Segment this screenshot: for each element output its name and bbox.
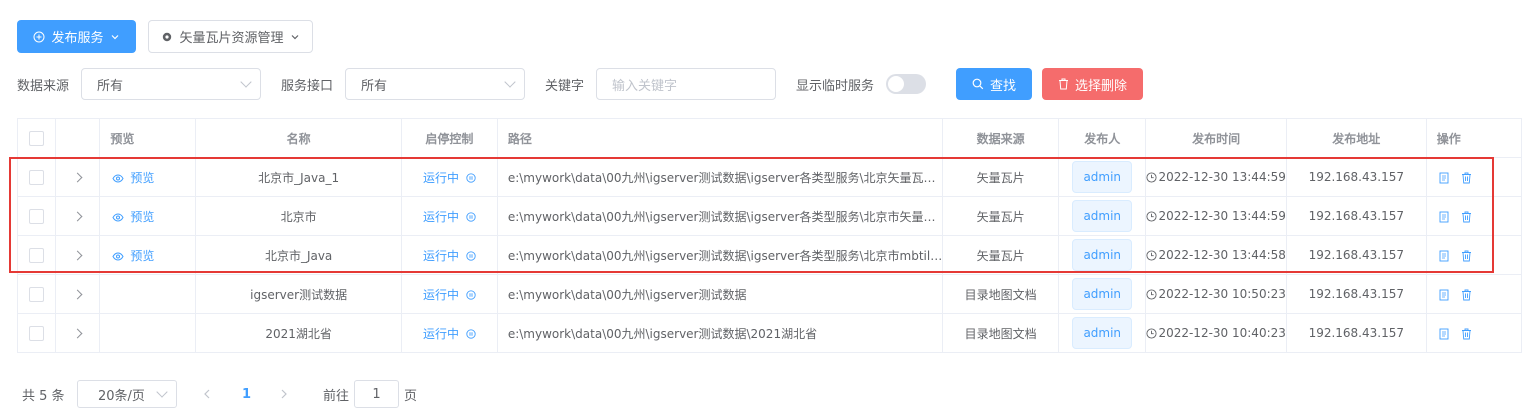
status-cell[interactable]: 运行中: [400, 313, 498, 353]
source-filter-label: 数据来源: [17, 79, 70, 94]
source-cell: 目录地图文档: [942, 274, 1060, 314]
publisher-tag: admin: [1072, 317, 1133, 349]
tile-resource-manage-button[interactable]: 矢量瓦片资源管理: [148, 20, 313, 53]
row-select-cell[interactable]: [17, 274, 56, 314]
pause-circle-icon[interactable]: [466, 290, 476, 300]
pager-total: 共 5 条: [22, 388, 65, 404]
search-button[interactable]: 查找: [956, 68, 1032, 100]
page-unit-label: 页: [404, 388, 418, 404]
path-header: 路径: [496, 118, 944, 158]
address-header: 发布地址: [1285, 118, 1427, 158]
publisher-cell: admin: [1058, 313, 1147, 353]
preview-header: 预览: [99, 118, 197, 158]
plus-circle-icon: [33, 31, 45, 42]
trash-icon[interactable]: [1461, 328, 1472, 340]
ops-header: 操作: [1425, 118, 1522, 158]
goto-page-value: 1: [372, 386, 381, 402]
address-cell: 192.168.43.157: [1285, 274, 1427, 314]
preview-cell: [99, 313, 197, 353]
chevron-right-icon[interactable]: [72, 328, 83, 339]
document-icon[interactable]: [1439, 289, 1449, 301]
clock-icon: [1146, 328, 1157, 339]
table-header-row: 预览 名称 启停控制 路径 数据来源 发布人 发布时间 发布地址 操作: [17, 118, 1522, 158]
publisher-header: 发布人: [1058, 118, 1147, 158]
ops-cell: [1425, 313, 1522, 353]
keyword-input[interactable]: 输入关键字: [596, 68, 776, 100]
table-row: 2021湖北省 运行中 e:\mywork\data\00九州\igserver测…: [17, 313, 1522, 353]
show-temp-service-label: 显示临时服务: [796, 79, 875, 94]
status-running-label[interactable]: 运行中: [423, 288, 459, 302]
search-button-label: 查找: [989, 78, 1016, 94]
select-all-cell[interactable]: [17, 118, 56, 158]
row-expand-cell[interactable]: [54, 313, 101, 353]
page-size-select[interactable]: 20条/页: [77, 380, 177, 408]
row-select-cell[interactable]: [17, 313, 56, 353]
row-checkbox[interactable]: [28, 286, 44, 302]
trash-icon[interactable]: [1461, 289, 1472, 301]
status-cell[interactable]: 运行中: [400, 274, 498, 314]
keyword-placeholder: 输入关键字: [612, 78, 678, 94]
source-header: 数据来源: [942, 118, 1060, 158]
name-cell: igserver测试数据: [195, 274, 402, 314]
goto-label: 前往: [323, 388, 350, 404]
publish-service-label: 发布服务: [51, 31, 104, 46]
table-row: igserver测试数据 运行中 e:\mywork\data\00九州\igse…: [17, 274, 1522, 314]
gear-icon: [163, 32, 172, 41]
address-cell: 192.168.43.157: [1285, 313, 1427, 353]
next-page-icon[interactable]: [279, 388, 289, 400]
chevron-down-icon: [111, 34, 118, 39]
search-icon: [972, 78, 984, 90]
ops-cell: [1425, 274, 1522, 314]
time-value: 2022-12-30 10:40:23: [1158, 326, 1286, 340]
page-size-value: 20条/页: [98, 388, 145, 404]
select-all-checkbox[interactable]: [28, 130, 44, 146]
control-header: 启停控制: [400, 118, 498, 158]
interface-select-value: 所有: [361, 78, 388, 94]
preview-cell: [99, 274, 197, 314]
highlight-box: [9, 157, 1494, 273]
show-temp-service-toggle[interactable]: [886, 74, 926, 94]
time-cell: 2022-12-30 10:40:23: [1145, 313, 1287, 353]
source-select[interactable]: 所有: [81, 68, 261, 100]
chevron-down-icon: [504, 76, 516, 88]
path-cell: e:\mywork\data\00九州\igserver测试数据\2021湖北省: [496, 313, 944, 353]
interface-select[interactable]: 所有: [345, 68, 525, 100]
name-cell: 2021湖北省: [195, 313, 402, 353]
chevron-down-icon: [156, 386, 168, 398]
status-running-label[interactable]: 运行中: [423, 327, 459, 341]
time-header: 发布时间: [1145, 118, 1287, 158]
pause-circle-icon[interactable]: [466, 329, 476, 339]
chevron-down-icon: [291, 34, 298, 39]
row-checkbox[interactable]: [28, 325, 44, 341]
source-cell: 目录地图文档: [942, 313, 1060, 353]
chevron-down-icon: [240, 76, 252, 88]
document-icon[interactable]: [1439, 328, 1449, 340]
goto-page-input[interactable]: 1: [354, 380, 399, 408]
keyword-label: 关键字: [545, 79, 585, 94]
toggle-knob: [888, 76, 904, 92]
interface-filter-label: 服务接口: [281, 79, 334, 94]
chevron-right-icon[interactable]: [72, 289, 83, 300]
source-select-value: 所有: [97, 78, 124, 94]
current-page[interactable]: 1: [242, 380, 251, 408]
tile-resource-manage-label: 矢量瓦片资源管理: [179, 31, 284, 46]
clock-icon: [1146, 289, 1157, 300]
name-header: 名称: [195, 118, 402, 158]
publisher-tag: admin: [1072, 278, 1133, 310]
publisher-cell: admin: [1058, 274, 1147, 314]
path-cell: e:\mywork\data\00九州\igserver测试数据: [496, 274, 944, 314]
row-expand-cell[interactable]: [54, 274, 101, 314]
trash-icon: [1058, 78, 1068, 90]
time-cell: 2022-12-30 10:50:23: [1145, 274, 1287, 314]
prev-page-icon[interactable]: [202, 388, 212, 400]
batch-delete-label: 选择删除: [1074, 78, 1127, 94]
time-value: 2022-12-30 10:50:23: [1158, 287, 1286, 301]
batch-delete-button[interactable]: 选择删除: [1042, 68, 1143, 100]
expand-header: [54, 118, 101, 158]
publish-service-button[interactable]: 发布服务: [17, 20, 136, 53]
